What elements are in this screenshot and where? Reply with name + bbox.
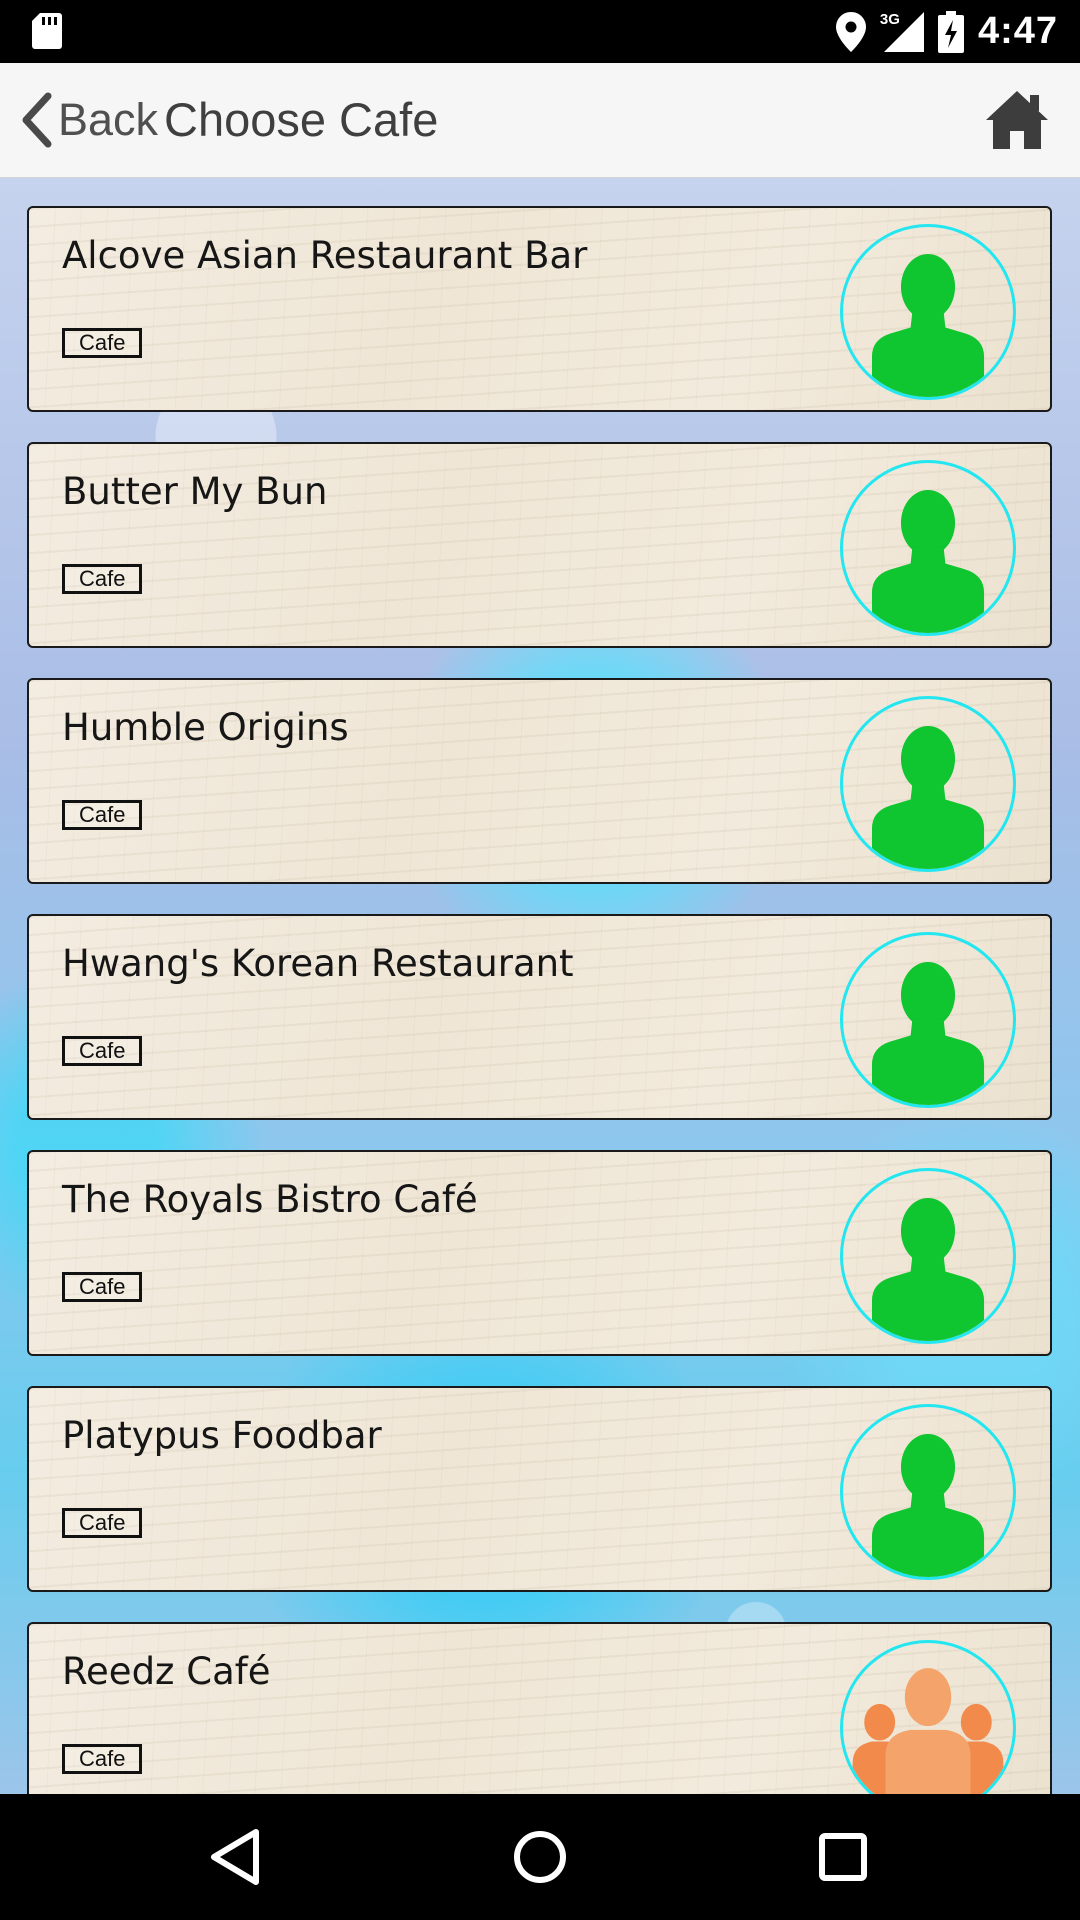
- cafe-card[interactable]: Alcove Asian Restaurant Bar Cafe: [27, 206, 1052, 412]
- cafe-name: Hwang's Korean Restaurant: [62, 942, 574, 985]
- cafe-category-tag: Cafe: [62, 328, 143, 358]
- cafe-avatar: [840, 460, 1016, 636]
- single-person-icon: [871, 490, 985, 633]
- single-person-icon: [871, 254, 985, 397]
- cafe-name: Reedz Café: [62, 1650, 271, 1693]
- cafe-category-tag: Cafe: [62, 1272, 143, 1302]
- cafe-avatar: [840, 696, 1016, 872]
- cafe-avatar: [840, 1168, 1016, 1344]
- back-label: Back: [58, 94, 159, 145]
- app-bar: Back Choose Cafe: [0, 63, 1080, 179]
- cafe-category-tag: Cafe: [62, 564, 143, 594]
- cafe-category-tag: Cafe: [62, 1508, 143, 1538]
- cafe-card[interactable]: Reedz Café Cafe: [27, 1622, 1052, 1794]
- clock: 4:47: [977, 10, 1058, 52]
- network-type-label: 3G: [879, 11, 900, 28]
- chevron-left-icon: [22, 92, 52, 148]
- nav-recents-icon[interactable]: [808, 1822, 878, 1892]
- sd-card-icon: [32, 13, 62, 49]
- cafe-card[interactable]: The Royals Bistro Café Cafe: [27, 1150, 1052, 1356]
- back-button[interactable]: Back: [18, 63, 158, 177]
- cafe-category-tag: Cafe: [62, 800, 143, 830]
- location-icon: [835, 11, 866, 52]
- cafe-name: Alcove Asian Restaurant Bar: [62, 234, 588, 277]
- cafe-avatar: [840, 1640, 1016, 1794]
- cafe-category-tag: Cafe: [62, 1744, 143, 1774]
- cafe-card[interactable]: Platypus Foodbar Cafe: [27, 1386, 1052, 1592]
- group-icon: [852, 1668, 1004, 1794]
- page-title: Choose Cafe: [164, 93, 439, 146]
- status-bar: 3G 4:47: [0, 0, 1080, 63]
- nav-back-icon[interactable]: [202, 1822, 272, 1892]
- cafe-card[interactable]: Hwang's Korean Restaurant Cafe: [27, 914, 1052, 1120]
- cafe-name: Humble Origins: [62, 706, 349, 749]
- home-icon[interactable]: [984, 87, 1050, 153]
- cafe-name: The Royals Bistro Café: [62, 1178, 478, 1221]
- single-person-icon: [871, 1198, 985, 1341]
- single-person-icon: [871, 1434, 985, 1577]
- cafe-avatar: [840, 932, 1016, 1108]
- cafe-card[interactable]: Humble Origins Cafe: [27, 678, 1052, 884]
- cafe-card[interactable]: Butter My Bun Cafe: [27, 442, 1052, 648]
- cafe-category-tag: Cafe: [62, 1036, 143, 1066]
- cafe-avatar: [840, 224, 1016, 400]
- cafe-avatar: [840, 1404, 1016, 1580]
- cafe-name: Platypus Foodbar: [62, 1414, 382, 1457]
- battery-charging-icon: [937, 10, 964, 53]
- nav-home-icon[interactable]: [505, 1822, 575, 1892]
- system-nav-bar: [0, 1794, 1080, 1920]
- single-person-icon: [871, 962, 985, 1105]
- cafe-list[interactable]: Alcove Asian Restaurant Bar Cafe Butter …: [0, 178, 1080, 1794]
- cafe-name: Butter My Bun: [62, 470, 328, 513]
- single-person-icon: [871, 726, 985, 869]
